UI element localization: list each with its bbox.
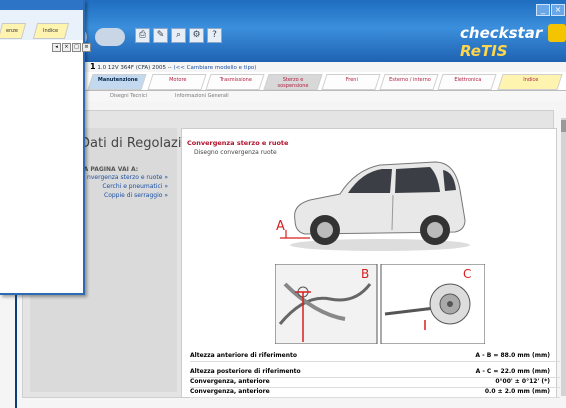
subtab-disegni-tecnici[interactable]: Disegni Tecnici	[110, 93, 147, 99]
popup-tab-label: enze	[6, 28, 18, 34]
search-icon[interactable]: ⌕	[171, 28, 186, 43]
close-icon[interactable]: ×	[551, 4, 565, 16]
section-subtitle: Disegno convergenza ruote	[194, 149, 277, 156]
spec-row: Altezza anteriore di riferimento A - B =…	[190, 351, 560, 362]
minimize-icon[interactable]: _	[536, 4, 550, 16]
spec-value: 0.0 ± 2.0 mm (mm)	[484, 388, 550, 395]
label-b: B	[361, 267, 369, 281]
subtab-informazioni-generali[interactable]: Informazioni Generali	[175, 93, 229, 99]
brand-mark-icon	[548, 24, 566, 42]
toolbar-pill-button-2[interactable]	[95, 28, 125, 46]
vehicle-breadcrumb: 1 1.0 12V 364F (CFA) 2005 -- (<< Cambiar…	[90, 62, 256, 71]
tab-freni[interactable]: Freni	[321, 74, 381, 90]
popup-tab-bar: enze Indice	[0, 10, 83, 40]
popup-tab-1[interactable]: enze	[0, 23, 27, 39]
tab-label: Elettronica	[454, 77, 482, 83]
tab-label: Motore	[169, 77, 187, 83]
help-icon[interactable]: ?	[207, 28, 222, 43]
label-c: C	[463, 267, 471, 281]
spec-value: 0°00' ± 0°12' (*)	[495, 378, 550, 385]
section-title: Convergenza sterzo e ruote	[187, 139, 289, 147]
popup-tab-label: Indice	[43, 28, 59, 34]
vertical-scrollbar[interactable]	[561, 118, 566, 396]
sub-tab-bar: Disegni Tecnici Informazioni Generali	[80, 91, 566, 101]
menu-icon[interactable]: ≡	[82, 43, 91, 52]
maximize-icon[interactable]: □	[72, 43, 81, 52]
car-diagram-image: A	[276, 161, 470, 251]
tab-label: Esterno / interno	[389, 77, 431, 83]
label-a: A	[276, 219, 285, 234]
tab-elettronica[interactable]: Elettronica	[437, 74, 497, 90]
tab-label: Freni	[345, 77, 358, 83]
tab-trasmissione[interactable]: Trasmissione	[205, 74, 265, 90]
print-icon[interactable]: ⎙	[135, 28, 150, 43]
logo-text: checkstar	[460, 24, 543, 42]
spec-value: A - B = 88.0 mm (mm)	[475, 352, 550, 359]
tab-esterno-interno[interactable]: Esterno / interno	[379, 74, 439, 90]
tab-indice[interactable]: Indice	[497, 74, 563, 90]
vehicle-model: 1	[90, 62, 96, 71]
popup-window: enze Indice ◂ × □ ≡	[0, 0, 91, 295]
settings-icon[interactable]: ⚙	[189, 28, 204, 43]
tab-label: Indice	[523, 77, 539, 83]
spec-label: Convergenza, anteriore	[190, 378, 270, 385]
jump-to-title: TA PAGINA VAI A:	[80, 166, 139, 173]
spec-label: Altezza anteriore di riferimento	[190, 352, 298, 359]
main-tab-bar: Manutenzione Motore Trasmissione Sterzo …	[80, 72, 566, 91]
link-coppie-serraggio[interactable]: Coppie di serraggio »	[104, 192, 168, 199]
tab-manutenzione[interactable]: Manutenzione	[87, 74, 147, 90]
popup-toolbar: ◂ × □ ≡	[52, 43, 91, 52]
link-cerchi-pneumatici[interactable]: Cerchi e pneumatici »	[102, 183, 168, 190]
close-icon[interactable]: ×	[62, 43, 71, 52]
spec-value: A - C = 22.0 mm (mm)	[475, 368, 550, 375]
vehicle-description: 1.0 12V 364F (CFA) 2005 --	[97, 65, 172, 71]
pointer-line	[15, 295, 17, 408]
tab-motore[interactable]: Motore	[147, 74, 207, 90]
tab-label: Sterzo e sospensione	[277, 77, 309, 89]
toolbar-icons: ⎙ ✎ ⌕ ⚙ ?	[135, 28, 222, 43]
logo-suffix: ReTIS	[460, 42, 508, 60]
spec-row: Convergenza, anteriore 0.0 ± 2.0 mm (mm)	[190, 387, 560, 398]
link-convergenza[interactable]: nvergenza sterzo e ruote »	[87, 174, 168, 181]
tab-sterzo-sospensione[interactable]: Sterzo e sospensione	[263, 74, 323, 90]
jump-links: nvergenza sterzo e ruote » Cerchi e pneu…	[80, 174, 168, 214]
popup-tab-indice[interactable]: Indice	[32, 23, 70, 39]
popup-title-bar	[0, 0, 83, 10]
suspension-detail-image: B C	[275, 264, 485, 344]
change-model-link[interactable]: (<< Cambiare modello e tipo)	[174, 65, 257, 71]
tools-icon[interactable]: ✎	[153, 28, 168, 43]
back-icon[interactable]: ◂	[52, 43, 61, 52]
tab-label: Trasmissione	[219, 77, 252, 83]
tab-label: Manutenzione	[97, 77, 138, 83]
spec-label: Convergenza, anteriore	[190, 388, 270, 395]
spec-label: Altezza posteriore di riferimento	[190, 368, 301, 375]
